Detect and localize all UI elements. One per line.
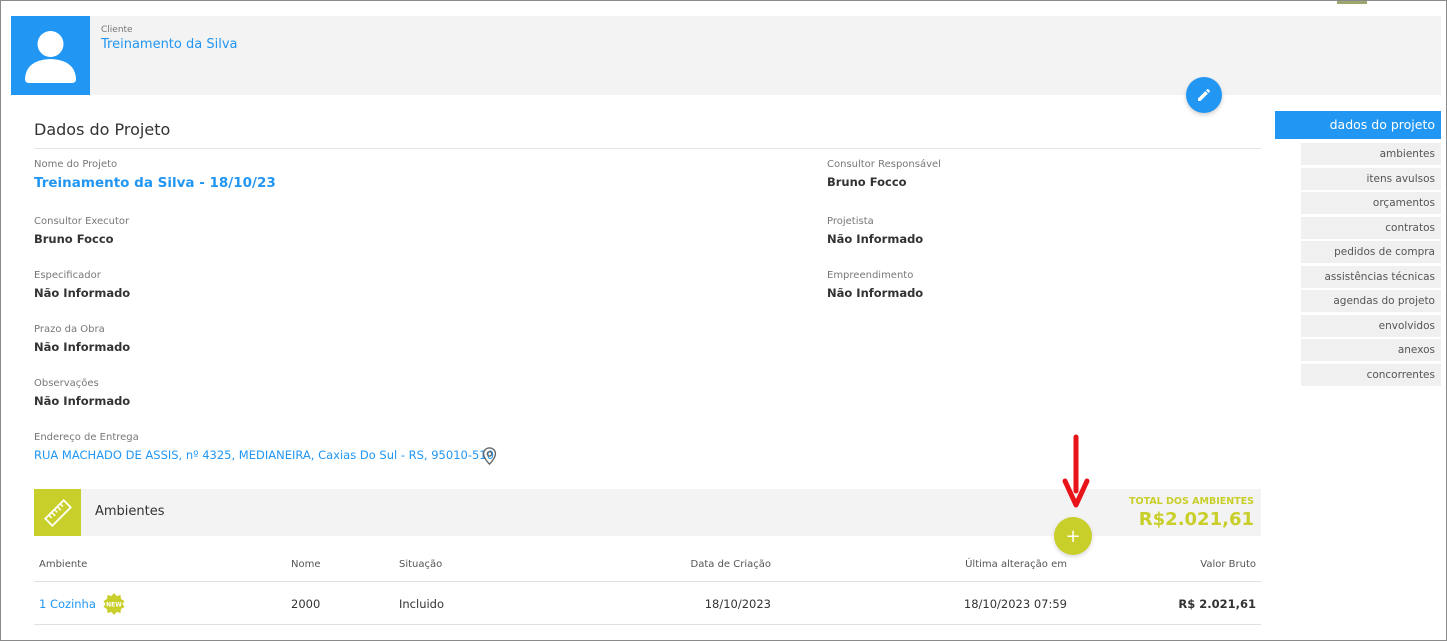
sidebar-item-concorrentes[interactable]: concorrentes (1301, 363, 1441, 386)
total-ambientes-label: TOTAL DOS AMBIENTES (1129, 496, 1254, 507)
sidebar-item-ambientes[interactable]: ambientes (1301, 143, 1441, 165)
col-header-nome[interactable]: Nome (291, 559, 321, 570)
consultor-responsavel-value: Bruno Focco (827, 175, 907, 189)
situacao-cell: Incluido (399, 597, 445, 611)
add-ambiente-button[interactable]: + (1054, 517, 1092, 555)
client-name-link[interactable]: Treinamento da Silva (101, 37, 237, 52)
red-arrow-icon (1062, 434, 1090, 508)
client-header: Cliente Treinamento da Silva (11, 16, 1441, 95)
valor-bruto-cell: R$ 2.021,61 (1178, 597, 1256, 611)
pencil-icon (1198, 88, 1211, 101)
sidebar-item-orcamentos[interactable]: orçamentos (1301, 192, 1441, 214)
nome-cell: 2000 (291, 597, 321, 611)
sidebar-item-pedidos-de-compra[interactable]: pedidos de compra (1301, 241, 1441, 263)
endereco-value[interactable]: RUA MACHADO DE ASSIS, nº 4325, MEDIANEIR… (34, 448, 494, 462)
especificador-value: Não Informado (34, 286, 131, 300)
top-corner-mark (1337, 1, 1367, 4)
ambiente-link[interactable]: 1 Cozinha (39, 597, 96, 611)
new-badge-icon: NEW (103, 593, 125, 615)
title-divider (34, 148, 1261, 149)
ambientes-title: Ambientes (95, 504, 165, 519)
col-header-ambiente[interactable]: Ambiente (39, 559, 87, 570)
especificador-label: Especificador (34, 270, 101, 281)
sidebar-item-anexos[interactable]: anexos (1301, 339, 1441, 361)
section-title: Dados do Projeto (34, 120, 171, 139)
projetista-value: Não Informado (827, 232, 924, 246)
table-header-divider (34, 581, 1261, 582)
empreendimento-value: Não Informado (827, 286, 924, 300)
edit-project-button[interactable] (1186, 77, 1222, 113)
ultima-alteracao-cell: 18/10/2023 07:59 (963, 597, 1067, 611)
prazo-obra-label: Prazo da Obra (34, 324, 105, 335)
projetista-label: Projetista (827, 216, 874, 227)
sidebar-item-agendas-do-projeto[interactable]: agendas do projeto (1301, 290, 1441, 312)
app-frame: Cliente Treinamento da Silva Dados do Pr… (0, 0, 1447, 641)
observacoes-label: Observações (34, 378, 99, 389)
col-header-valor-bruto[interactable]: Valor Bruto (1106, 559, 1256, 570)
map-pin-icon[interactable] (482, 447, 497, 465)
data-criacao-cell: 18/10/2023 (704, 597, 771, 611)
consultor-responsavel-label: Consultor Responsável (827, 159, 941, 170)
project-sidebar-nav: dados do projeto ambientes itens avulsos… (1275, 111, 1441, 388)
sidebar-item-dados-do-projeto[interactable]: dados do projeto (1275, 111, 1441, 139)
client-label: Cliente (101, 25, 133, 35)
user-silhouette-icon (11, 16, 90, 95)
col-header-data-criacao[interactable]: Data de Criação (621, 559, 771, 570)
sidebar-item-itens-avulsos[interactable]: itens avulsos (1301, 167, 1441, 190)
nome-projeto-label: Nome do Projeto (34, 159, 118, 170)
observacoes-value: Não Informado (34, 394, 131, 408)
col-header-ultima-alteracao[interactable]: Última alteração em (917, 559, 1067, 570)
col-header-situacao[interactable]: Situação (399, 559, 442, 570)
total-ambientes-value: R$2.021,61 (1138, 509, 1254, 530)
table-row-divider (34, 624, 1261, 625)
endereco-label: Endereço de Entrega (34, 432, 139, 443)
sidebar-item-envolvidos[interactable]: envolvidos (1301, 314, 1441, 337)
nome-projeto-value[interactable]: Treinamento da Silva - 18/10/23 (34, 175, 276, 191)
new-badge-text: NEW (106, 602, 122, 609)
prazo-obra-value: Não Informado (34, 340, 131, 354)
empreendimento-label: Empreendimento (827, 270, 914, 281)
consultor-executor-label: Consultor Executor (34, 216, 130, 227)
sidebar-item-assistencias-tecnicas[interactable]: assistências técnicas (1301, 265, 1441, 288)
consultor-executor-value: Bruno Focco (34, 232, 114, 246)
ruler-icon (34, 489, 81, 536)
sidebar-item-contratos[interactable]: contratos (1301, 216, 1441, 239)
